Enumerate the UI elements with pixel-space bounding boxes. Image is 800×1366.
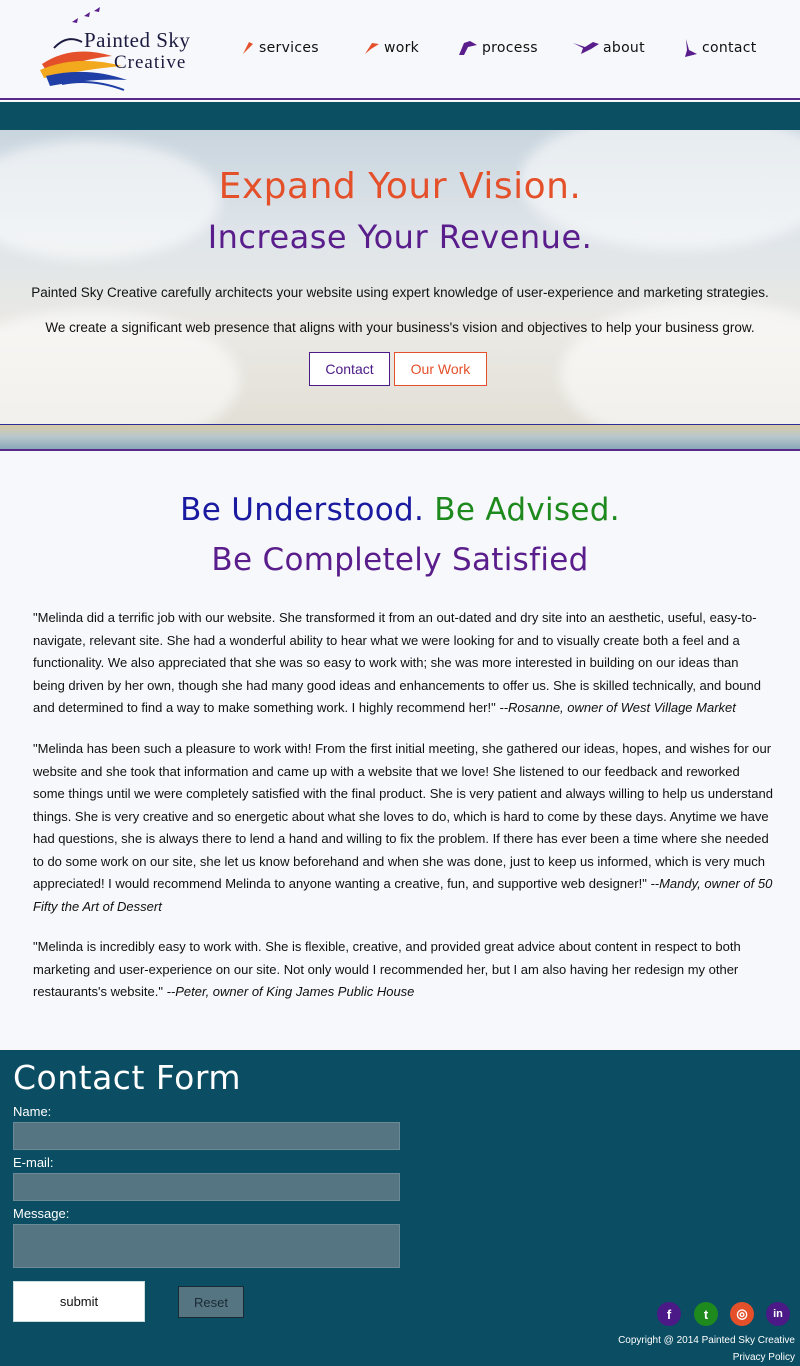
testimonial: "Melinda has been such a pleasure to wor… [33,738,773,918]
nav-about[interactable]: about [573,34,645,62]
site-header: Painted Sky Creative services work proce… [0,0,800,100]
message-label: Message: [13,1206,70,1221]
red-bird-icon [243,42,253,54]
purple-bird-icon [573,42,599,54]
submit-button[interactable]: submit [13,1281,145,1322]
linkedin-icon[interactable]: in [766,1302,790,1326]
testimonial-author: --Rosanne, owner of West Village Market [499,700,736,715]
our-work-button[interactable]: Our Work [394,352,487,386]
nav-services[interactable]: services [241,34,319,62]
testimonial: "Melinda did a terrific job with our web… [33,607,773,720]
tagline-line-1: Be Understood. Be Advised. [0,492,800,528]
contact-section: Contact Form Name: E-mail: Message: subm… [0,1050,800,1366]
hero-paragraph-2: We create a significant web presence tha… [45,320,755,335]
copyright-text: Copyright @ 2014 Painted Sky Creative [618,1335,795,1346]
nav-work[interactable]: work [364,34,419,62]
nav-contact-label: contact [702,40,757,56]
hero-headline-1: Expand Your Vision. [218,166,582,207]
twitter-icon[interactable]: t [694,1302,718,1326]
contact-form-title: Contact Form [13,1058,242,1097]
testimonial-author: --Peter, owner of King James Public Hous… [166,984,415,999]
sky-strip [0,425,800,451]
testimonial-text: "Melinda has been such a pleasure to wor… [33,741,773,891]
email-label: E-mail: [13,1155,54,1170]
main-nav: services work process about contact [0,34,800,62]
purple-bird-icon [459,41,477,55]
nav-work-label: work [384,40,420,56]
facebook-icon[interactable]: f [657,1302,681,1326]
cloud [560,300,800,424]
nav-process-label: process [482,40,538,56]
message-field[interactable] [13,1224,400,1268]
reset-button[interactable]: Reset [178,1286,244,1318]
hero-section: Expand Your Vision. Increase Your Revenu… [0,130,800,425]
hero-paragraph-1: Painted Sky Creative carefully architect… [31,285,769,300]
tagline-satisfied: Be Completely Satisfied [211,542,589,578]
nav-contact[interactable]: contact [682,34,757,62]
testimonial: "Melinda is incredibly easy to work with… [33,936,773,1004]
name-label: Name: [13,1104,52,1119]
privacy-policy-link[interactable]: Privacy Policy [733,1352,795,1363]
hero-headline-2: Increase Your Revenue. [207,218,593,256]
contact-button[interactable]: Contact [309,352,390,386]
nav-process[interactable]: process [458,34,538,62]
purple-bird-icon [685,39,697,57]
name-field[interactable] [13,1122,400,1150]
nav-about-label: about [603,40,645,56]
red-bird-icon [365,43,379,54]
header-band [0,102,800,130]
nav-services-label: services [259,40,319,56]
instagram-icon[interactable]: ◎ [730,1302,754,1326]
tagline-understood: Be Understood. [180,492,425,528]
tagline-advised: Be Advised. [434,492,620,528]
email-field[interactable] [13,1173,400,1201]
